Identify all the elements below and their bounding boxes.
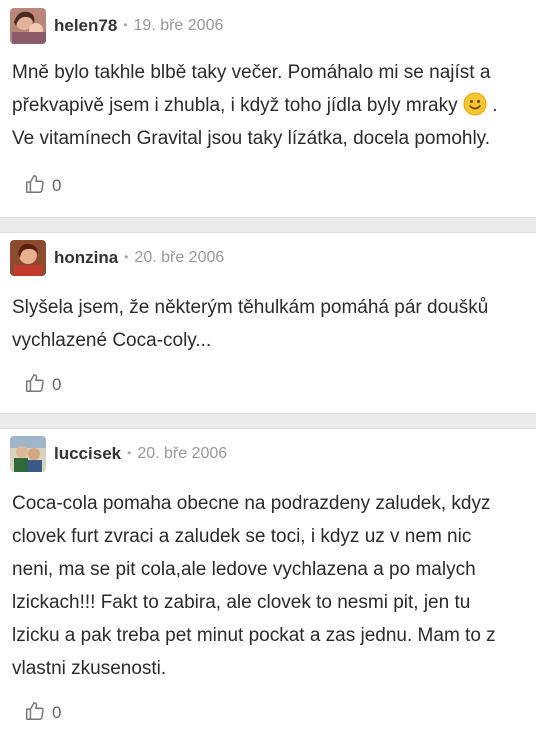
comment-text: Coca-cola pomaha obecne na podrazdeny za… — [12, 493, 496, 679]
like-count: 0 — [52, 375, 62, 394]
comment-header: helen78 • 19. bře 2006 — [0, 0, 536, 52]
separator-dot: • — [123, 18, 128, 32]
comment-post: honzina • 20. bře 2006 Slyšela jsem, že … — [0, 233, 536, 413]
thumbs-up-icon[interactable] — [24, 173, 46, 200]
username[interactable]: luccisek — [54, 444, 121, 464]
comment-post: helen78 • 19. bře 2006 Mně bylo takhle b… — [0, 0, 536, 217]
avatar[interactable] — [10, 240, 46, 276]
avatar[interactable] — [10, 436, 46, 472]
like-count: 0 — [52, 176, 62, 195]
comment-text: Slyšela jsem, že některým těhulkám pomáh… — [12, 297, 489, 351]
post-divider — [0, 217, 536, 233]
comment-text: Mně bylo takhle blbě taky večer. Pomáhal… — [0, 52, 536, 155]
thumbs-up-icon[interactable] — [24, 372, 46, 399]
post-date: 19. bře 2006 — [133, 17, 224, 34]
comment-header: honzina • 20. bře 2006 — [0, 233, 536, 283]
like-count: 0 — [52, 703, 62, 722]
comment-header: luccisek • 20. bře 2006 — [0, 429, 536, 479]
post-date: 20. bře 2006 — [137, 445, 228, 462]
comment-actions: 0 — [0, 685, 536, 741]
smiley-emoji-icon — [463, 92, 487, 116]
comment-text-part: Mně bylo takhle blbě taky večer. Pomáhal… — [12, 62, 491, 116]
avatar[interactable] — [10, 8, 46, 44]
post-divider — [0, 413, 536, 429]
separator-dot: • — [124, 250, 129, 264]
comment-actions: 0 — [0, 357, 536, 413]
post-date: 20. bře 2006 — [134, 249, 225, 266]
comment-post: luccisek • 20. bře 2006 Coca-cola pomaha… — [0, 429, 536, 741]
comment-actions: 0 — [0, 155, 536, 217]
username[interactable]: helen78 — [54, 16, 117, 36]
separator-dot: • — [127, 446, 132, 460]
username[interactable]: honzina — [54, 248, 118, 268]
thumbs-up-icon[interactable] — [24, 700, 46, 727]
